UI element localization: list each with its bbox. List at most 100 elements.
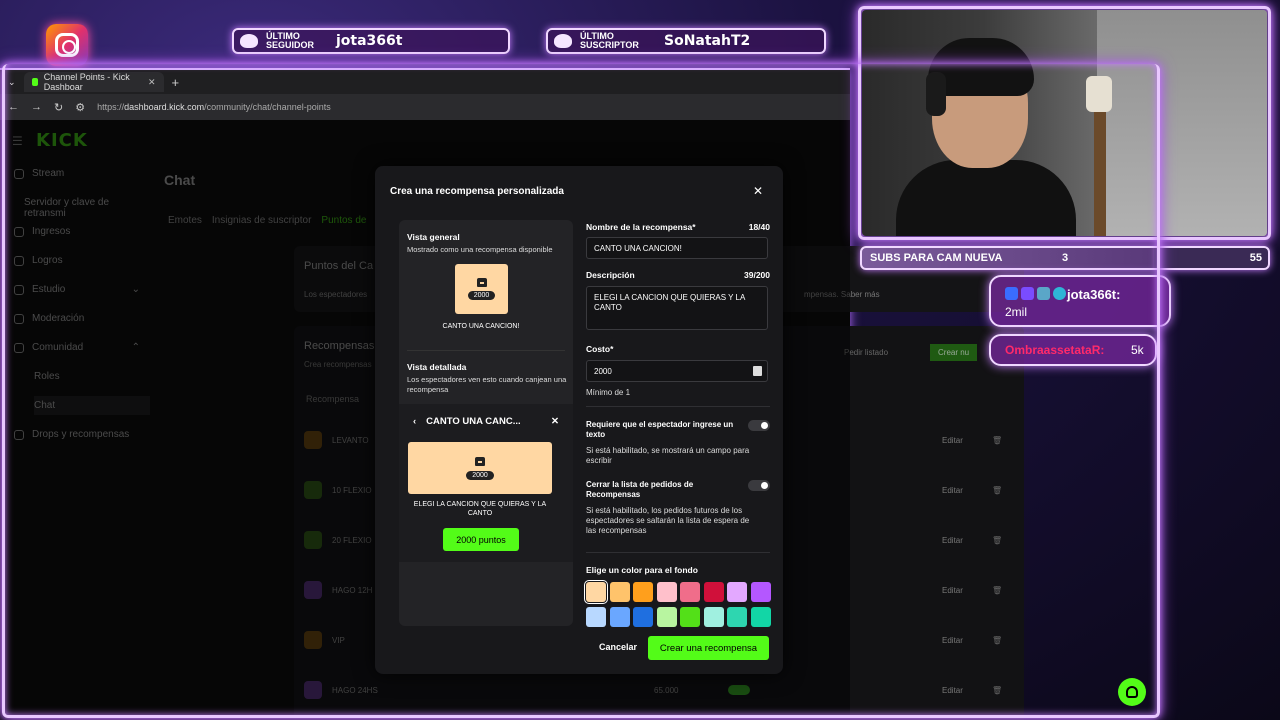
trash-icon[interactable]: 🗑 <box>992 436 1002 445</box>
require-text-note: Si está habilitado, se mostrará un campo… <box>586 446 750 465</box>
url-prefix: https:// <box>97 102 125 112</box>
description-textarea[interactable]: ELEGI LA CANCION QUE QUIERAS Y LA CANTO <box>586 286 768 330</box>
overview-title: Vista general <box>407 232 460 242</box>
site-info-icon[interactable]: ⚙ <box>75 101 85 114</box>
color-swatch[interactable] <box>727 607 747 627</box>
chat-text: 5k <box>1131 343 1144 357</box>
chat-message: OmbraassetataR: 5k <box>989 334 1157 366</box>
edit-button[interactable]: Editar <box>942 586 963 595</box>
color-swatch[interactable] <box>656 582 677 602</box>
color-swatch[interactable] <box>680 607 700 627</box>
close-tab-icon[interactable]: ✕ <box>148 77 156 88</box>
divider <box>407 350 565 351</box>
close-icon[interactable]: ✕ <box>551 416 559 427</box>
chat-username: OmbraassetataR: <box>1005 343 1105 357</box>
reward-card-detail: 2000 <box>408 442 552 494</box>
streamer-body <box>896 160 1076 236</box>
chevron-down-icon[interactable]: ⌄ <box>8 77 16 88</box>
color-swatch[interactable] <box>633 582 653 602</box>
trash-icon[interactable]: 🗑 <box>992 586 1002 595</box>
reward-card-preview: 2000 <box>455 264 508 314</box>
reward-preview: Vista general Mostrado como una recompen… <box>399 220 573 626</box>
detail-header: ‹ CANTO UNA CANC... ✕ <box>413 416 559 427</box>
close-icon[interactable]: ✕ <box>753 184 763 198</box>
cancel-button[interactable]: Cancelar <box>599 642 637 652</box>
last-follower-name: jota366t <box>336 33 403 49</box>
badge-icon <box>1021 287 1034 300</box>
trash-icon[interactable]: 🗑 <box>992 486 1002 495</box>
close-list-toggle[interactable] <box>748 480 770 491</box>
browser-tab[interactable]: Channel Points - Kick Dashboar ✕ <box>23 72 164 92</box>
color-swatch[interactable] <box>656 607 677 627</box>
new-tab-button[interactable]: + <box>172 75 180 90</box>
browser-tabbar: ⌄ Channel Points - Kick Dashboar ✕ + <box>0 70 850 94</box>
close-list-label: Cerrar la lista de pedidos de Recompensa… <box>586 480 694 499</box>
tab-title: Channel Points - Kick Dashboar <box>43 72 130 92</box>
color-swatch[interactable] <box>680 582 700 602</box>
url-bar: ← → ↻ ⚙ https://dashboard.kick.com/commu… <box>0 94 850 120</box>
detail-preview: ‹ CANTO UNA CANC... ✕ 2000 ELEGI LA CANC… <box>399 404 573 562</box>
trash-icon[interactable]: 🗑 <box>992 686 1002 695</box>
require-text-label: Requiere que el espectador ingrese un te… <box>586 420 734 439</box>
color-swatch[interactable] <box>586 607 606 627</box>
color-swatch[interactable] <box>609 607 630 627</box>
edit-button[interactable]: Editar <box>942 486 963 495</box>
last-subscriber-label: ÚLTIMO SUSCRIPTOR <box>580 31 639 50</box>
divider <box>586 552 770 553</box>
edit-button[interactable]: Editar <box>942 536 963 545</box>
heart-icon <box>240 34 258 48</box>
last-subscriber-panel: ÚLTIMO SUSCRIPTOR SoNatahT2 <box>546 28 826 54</box>
desc-label: Descripción <box>586 270 635 280</box>
chat-username: jota366t: <box>1067 287 1121 302</box>
wall <box>1097 10 1267 236</box>
cost-input[interactable]: 2000 <box>586 360 768 382</box>
color-swatch[interactable] <box>750 607 771 627</box>
support-button[interactable] <box>1118 678 1146 706</box>
color-swatch[interactable] <box>750 582 771 602</box>
trash-icon[interactable]: 🗑 <box>992 536 1002 545</box>
modal-title: Crea una recompensa personalizada <box>390 186 564 197</box>
chest-icon <box>475 456 485 466</box>
color-swatch[interactable] <box>703 607 724 627</box>
reload-icon[interactable]: ↻ <box>54 101 63 114</box>
forward-icon[interactable]: → <box>31 101 42 113</box>
create-new-button[interactable]: Crear nu <box>930 344 978 361</box>
request-list-button[interactable]: Pedir listado <box>844 348 888 357</box>
color-label: Elige un color para el fondo <box>586 565 698 575</box>
url-field[interactable]: https://dashboard.kick.com/community/cha… <box>97 102 331 112</box>
headset-icon <box>1126 686 1138 698</box>
require-text-toggle[interactable] <box>748 420 770 431</box>
back-icon[interactable]: ← <box>8 101 19 113</box>
goal-target: 55 <box>1249 252 1262 264</box>
cost-label: Costo* <box>586 344 614 354</box>
trash-icon[interactable]: 🗑 <box>992 636 1002 645</box>
badge-icon <box>1037 287 1050 300</box>
color-swatch[interactable] <box>633 607 653 627</box>
color-swatch[interactable] <box>584 580 608 604</box>
divider <box>586 406 770 407</box>
card-cost: 2000 <box>466 470 494 480</box>
name-label: Nombre de la recompensa* <box>586 222 696 232</box>
create-reward-modal: Crea una recompensa personalizada ✕ Vist… <box>375 166 783 674</box>
stepper-icon[interactable] <box>753 366 762 376</box>
color-swatch[interactable] <box>727 582 747 602</box>
chest-icon <box>476 278 487 287</box>
cost-value: 2000 <box>594 367 612 376</box>
edit-button[interactable]: Editar <box>942 436 963 445</box>
last-follower-panel: ÚLTIMO SEGUIDOR jota366t <box>232 28 510 54</box>
card-name: CANTO UNA CANCION! <box>442 323 520 330</box>
desc-count: 39/200 <box>744 270 770 280</box>
create-reward-button[interactable]: Crear una recompensa <box>648 636 769 660</box>
detail-title: Vista detallada <box>407 362 467 372</box>
edit-button[interactable]: Editar <box>942 686 963 695</box>
edit-button[interactable]: Editar <box>942 636 963 645</box>
headphones-icon <box>926 72 946 116</box>
chevron-left-icon[interactable]: ‹ <box>413 416 416 427</box>
color-swatch[interactable] <box>703 582 724 602</box>
snowflake-badge-icon <box>1053 287 1066 300</box>
color-swatch[interactable] <box>609 582 630 602</box>
points-button[interactable]: 2000 puntos <box>443 528 519 551</box>
instagram-icon <box>46 24 88 66</box>
reward-name-input[interactable]: CANTO UNA CANCION! <box>586 237 768 259</box>
detail-text: ELEGI LA CANCION QUE QUIERAS Y LA CANTO <box>413 501 547 517</box>
